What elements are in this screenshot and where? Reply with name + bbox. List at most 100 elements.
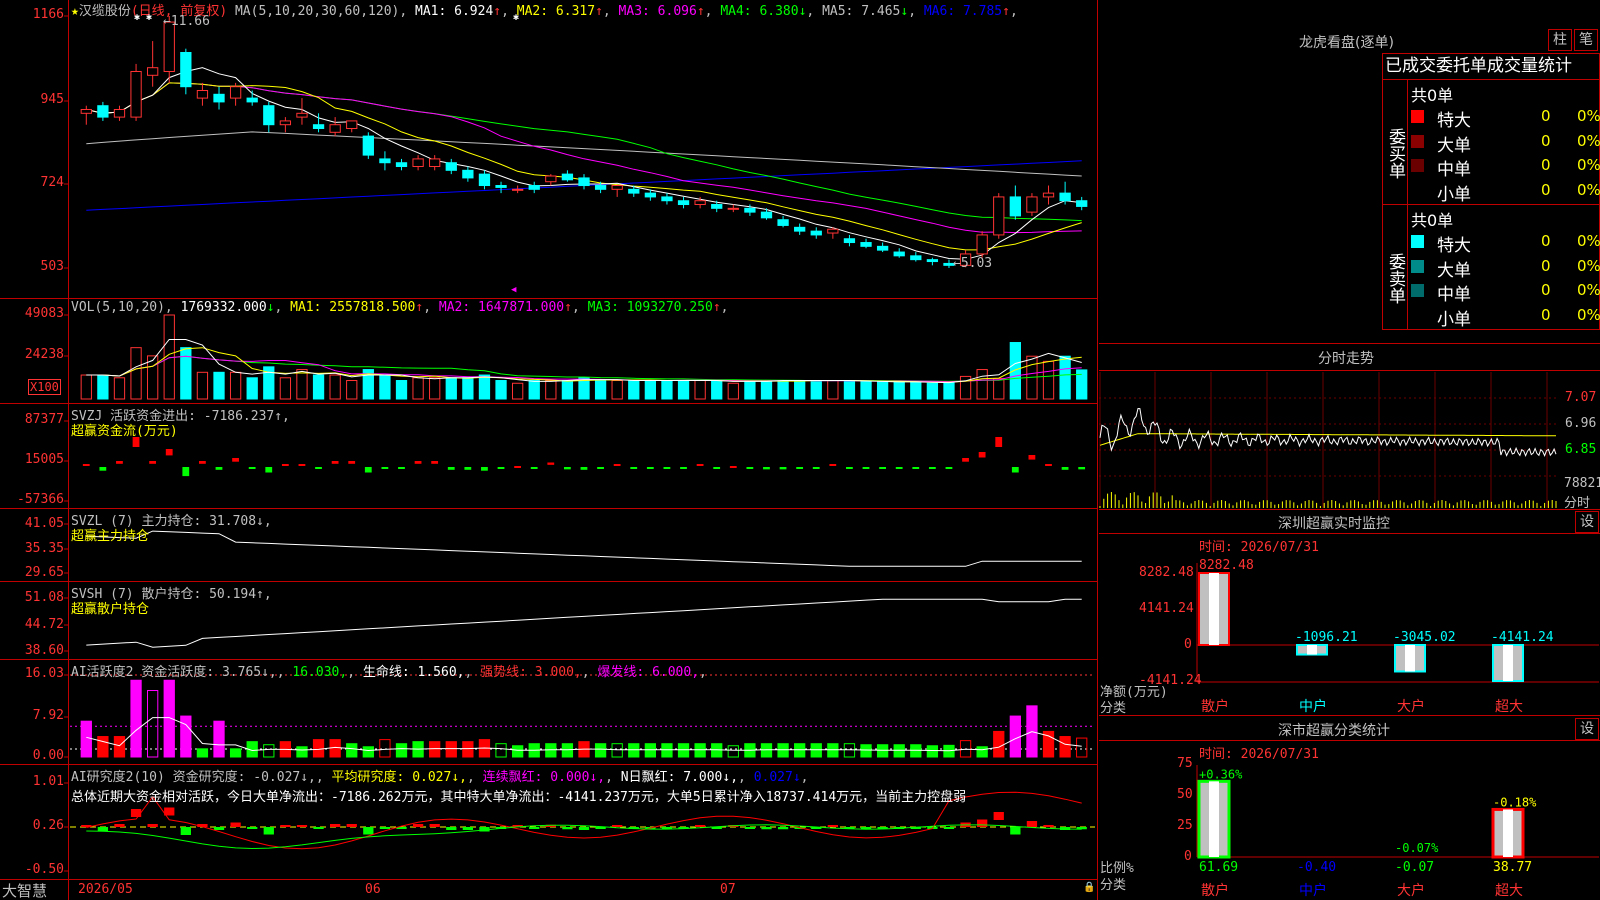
svzj-bar bbox=[680, 467, 687, 469]
svzj-bar bbox=[331, 461, 339, 464]
intraday-price-line bbox=[1099, 407, 1557, 458]
ai2-bar bbox=[744, 827, 756, 829]
svzj-bar bbox=[514, 466, 521, 468]
svzj-bar bbox=[812, 467, 820, 469]
classify-xlabel: 分类 bbox=[1100, 878, 1127, 893]
svzj-bar bbox=[414, 461, 422, 464]
ai2-bar bbox=[180, 827, 191, 835]
svsh-panel bbox=[86, 598, 1082, 648]
classify-axis-label: 75 bbox=[1177, 756, 1193, 771]
volume-bar bbox=[644, 380, 657, 400]
svzj-bar bbox=[398, 467, 405, 469]
monitor-xlabel: 分类 bbox=[1100, 701, 1127, 716]
readout-item: MA5: 7.465 bbox=[822, 4, 901, 19]
readout-item: 1769332.000 bbox=[180, 300, 267, 315]
ai1-bar bbox=[229, 748, 242, 758]
candle bbox=[429, 158, 441, 168]
ai1-bar bbox=[362, 746, 374, 758]
price-title-row: ★汉缆股份(日线, 前复权) MA(5,10,20,30,60,120), MA… bbox=[71, 0, 1018, 19]
ai2-bar bbox=[363, 827, 374, 835]
ai1-bar bbox=[876, 744, 889, 758]
svzj-bar bbox=[215, 467, 223, 470]
svzj-bar bbox=[862, 467, 870, 469]
candle bbox=[80, 109, 92, 114]
classify-settings-button[interactable]: 设 bbox=[1575, 718, 1599, 740]
candle bbox=[926, 259, 939, 263]
lock-icon[interactable]: 🔒 bbox=[1083, 882, 1095, 893]
svzj-bar bbox=[746, 467, 754, 469]
svzj-bar bbox=[613, 464, 621, 466]
main-chart-area[interactable]: 1166 945 724 503 49083 24238 X100 87377 … bbox=[0, 0, 1098, 900]
ai2-bar bbox=[296, 825, 308, 827]
time-label: 07 bbox=[720, 882, 736, 897]
ai2-bar bbox=[529, 827, 540, 829]
ai2-bar bbox=[562, 827, 573, 830]
candle bbox=[246, 97, 258, 103]
svzj-bar bbox=[348, 461, 356, 464]
candle bbox=[163, 21, 175, 72]
candle bbox=[677, 200, 690, 206]
volume-bar bbox=[876, 381, 889, 400]
ai1-bar bbox=[180, 715, 192, 758]
svzj-bar bbox=[912, 467, 920, 469]
ma2-line bbox=[86, 82, 1082, 251]
readout-item: N日飘红: 7.000↓, bbox=[620, 770, 739, 785]
svzj-bar bbox=[928, 467, 936, 469]
ai1-bar bbox=[910, 744, 922, 758]
svzj-bar bbox=[248, 467, 256, 469]
monitor-bar-value: 8282.48 bbox=[1199, 558, 1254, 573]
volume-bar bbox=[412, 377, 424, 400]
ai2-bar bbox=[1043, 825, 1054, 827]
sidebar-charts[interactable]: 8282.48散户-1096.21中户-3045.02大户-4141.24超大+… bbox=[1099, 0, 1600, 900]
candle bbox=[810, 230, 822, 236]
ai2-bar bbox=[346, 824, 357, 827]
volume-bar bbox=[97, 374, 109, 400]
svzj-bar bbox=[713, 467, 721, 469]
monitor-settings-button[interactable]: 设 bbox=[1575, 511, 1599, 533]
ai1-bar bbox=[346, 743, 358, 758]
brand-logo[interactable]: 大智慧 bbox=[2, 880, 47, 900]
svzj-bar bbox=[696, 464, 704, 466]
ai1-bar bbox=[810, 743, 822, 758]
monitor-time: 时间: 2026/07/31 bbox=[1199, 540, 1319, 555]
candle bbox=[511, 188, 524, 191]
volume-bar bbox=[611, 380, 623, 400]
chart-canvas[interactable] bbox=[0, 0, 1098, 900]
volume-readout: VOL(5,10,20), 1769332.000↓, MA1: 2557818… bbox=[71, 300, 729, 315]
readout-item: MA6: 7.785 bbox=[923, 4, 1003, 19]
ai2-summary: 总体近期大资金相对活跃，今日大单净流出：-7186.262万元，其中特大单净流出… bbox=[71, 790, 967, 805]
classify-category-label: 大户 bbox=[1397, 882, 1425, 899]
classify-bar-value: -0.07 bbox=[1395, 860, 1434, 875]
intraday-unit-label: 分时 bbox=[1564, 496, 1591, 511]
star-icon: ★ bbox=[71, 4, 79, 19]
ai2-bar bbox=[1026, 821, 1038, 827]
ai1-bar bbox=[611, 743, 623, 758]
candle bbox=[1009, 196, 1021, 217]
ai1-bar bbox=[711, 743, 723, 758]
classify-bar-value: 38.77 bbox=[1493, 860, 1532, 875]
ai1-bar bbox=[661, 743, 673, 758]
candle bbox=[594, 185, 607, 190]
ai1-readout: AI活跃度2 资金活跃度: 3.765↓,, 16.030,, 生命线: 1.5… bbox=[71, 665, 707, 680]
svzj-bar bbox=[1028, 455, 1036, 460]
monitor-bar-value: -3045.02 bbox=[1393, 630, 1456, 645]
ai2-bar bbox=[761, 827, 772, 830]
ai2-bar bbox=[777, 827, 789, 830]
candle bbox=[1076, 200, 1088, 207]
volume-bar bbox=[329, 374, 341, 400]
candle bbox=[1042, 192, 1055, 198]
ai1-bar bbox=[794, 743, 806, 758]
ai2-bar bbox=[330, 824, 341, 827]
volume-bar bbox=[843, 380, 856, 400]
stock-name[interactable]: 汉缆股份 bbox=[79, 4, 131, 19]
ai1-bar bbox=[727, 745, 739, 758]
volume-bar bbox=[478, 374, 491, 400]
svzj-bar bbox=[729, 466, 737, 468]
candle bbox=[893, 251, 905, 257]
svzj-panel bbox=[82, 437, 1086, 477]
ai1-bar bbox=[312, 739, 325, 758]
candle bbox=[711, 204, 723, 209]
ai2-bar bbox=[379, 827, 391, 829]
ai1-bar bbox=[827, 743, 839, 758]
right-sidebar: 龙虎看盘(逐单) 柱 笔 已成交委托单成交量统计 委买单 共0单 特大 0 0% 大单… bbox=[1099, 0, 1600, 900]
